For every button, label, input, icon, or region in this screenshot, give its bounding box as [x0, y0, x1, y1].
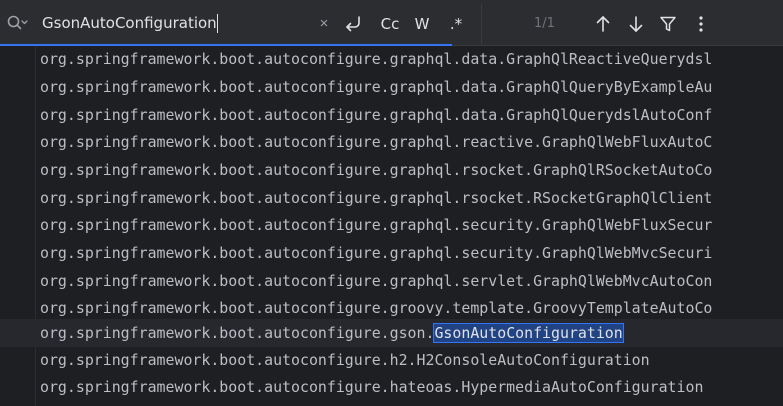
- regex-button[interactable]: .*: [444, 12, 468, 36]
- code-line-text: org.springframework.boot.autoconfigure.g…: [40, 272, 713, 290]
- code-line-text: org.springframework.boot.autoconfigure.g…: [40, 78, 713, 96]
- code-line-text: org.springframework.boot.autoconfigure.g…: [40, 189, 713, 207]
- code-line[interactable]: org.springframework.boot.autoconfigure.g…: [0, 268, 783, 294]
- code-line-text: org.springframework.boot.autoconfigure.g…: [40, 299, 713, 317]
- search-icon[interactable]: [6, 13, 28, 33]
- code-line-text: org.springframework.boot.autoconfigure.g…: [40, 106, 713, 124]
- match-case-button[interactable]: Cc: [376, 12, 404, 36]
- search-match-highlight[interactable]: GsonAutoConfiguration: [433, 323, 624, 343]
- code-line-text: org.springframework.boot.autoconfigure.g…: [40, 133, 713, 151]
- current-code-line[interactable]: org.springframework.boot.autoconfigure.g…: [0, 319, 783, 347]
- match-count: 1/1: [534, 16, 555, 31]
- code-line-text: org.springframework.boot.autoconfigure.g…: [40, 244, 713, 262]
- code-line[interactable]: org.springframework.boot.autoconfigure.h…: [0, 347, 783, 373]
- code-line-text: org.springframework.boot.autoconfigure.h…: [40, 351, 650, 369]
- filter-icon[interactable]: [657, 13, 679, 35]
- search-input[interactable]: [42, 11, 312, 35]
- code-line[interactable]: org.springframework.boot.autoconfigure.h…: [0, 374, 783, 400]
- code-line[interactable]: org.springframework.boot.autoconfigure.g…: [0, 295, 783, 321]
- code-line[interactable]: org.springframework.boot.autoconfigure.g…: [0, 240, 783, 266]
- code-line[interactable]: org.springframework.boot.autoconfigure.g…: [0, 157, 783, 183]
- prev-occurrence-icon[interactable]: [592, 13, 614, 35]
- code-line-text: org.springframework.boot.autoconfigure.g…: [40, 161, 713, 179]
- code-line[interactable]: org.springframework.boot.autoconfigure.g…: [0, 46, 783, 72]
- code-line-text: org.springframework.boot.autoconfigure.g…: [40, 319, 624, 347]
- more-icon[interactable]: [690, 13, 712, 35]
- text-caret: [217, 14, 218, 33]
- editor-content[interactable]: org.springframework.boot.autoconfigure.g…: [0, 46, 783, 406]
- code-line[interactable]: org.springframework.boot.autoconfigure.g…: [0, 185, 783, 211]
- search-bar: × Cc W .* 1/1: [0, 0, 783, 46]
- clear-icon[interactable]: ×: [313, 13, 335, 35]
- code-line-text: org.springframework.boot.autoconfigure.g…: [40, 216, 713, 234]
- code-line[interactable]: org.springframework.boot.autoconfigure.g…: [0, 129, 783, 155]
- code-line[interactable]: org.springframework.boot.autoconfigure.g…: [0, 102, 783, 128]
- words-button[interactable]: W: [410, 12, 434, 36]
- find-in-file-view: × Cc W .* 1/1: [0, 0, 783, 406]
- newline-icon[interactable]: [341, 12, 367, 36]
- code-line-text: org.springframework.boot.autoconfigure.g…: [40, 50, 713, 68]
- code-line-prefix: org.springframework.boot.autoconfigure.g…: [40, 324, 435, 342]
- code-line-text: org.springframework.boot.autoconfigure.h…: [40, 378, 704, 396]
- code-line[interactable]: org.springframework.boot.autoconfigure.g…: [0, 74, 783, 100]
- toolbar-divider: [481, 4, 482, 44]
- next-occurrence-icon[interactable]: [625, 13, 647, 35]
- code-line[interactable]: org.springframework.boot.autoconfigure.g…: [0, 212, 783, 238]
